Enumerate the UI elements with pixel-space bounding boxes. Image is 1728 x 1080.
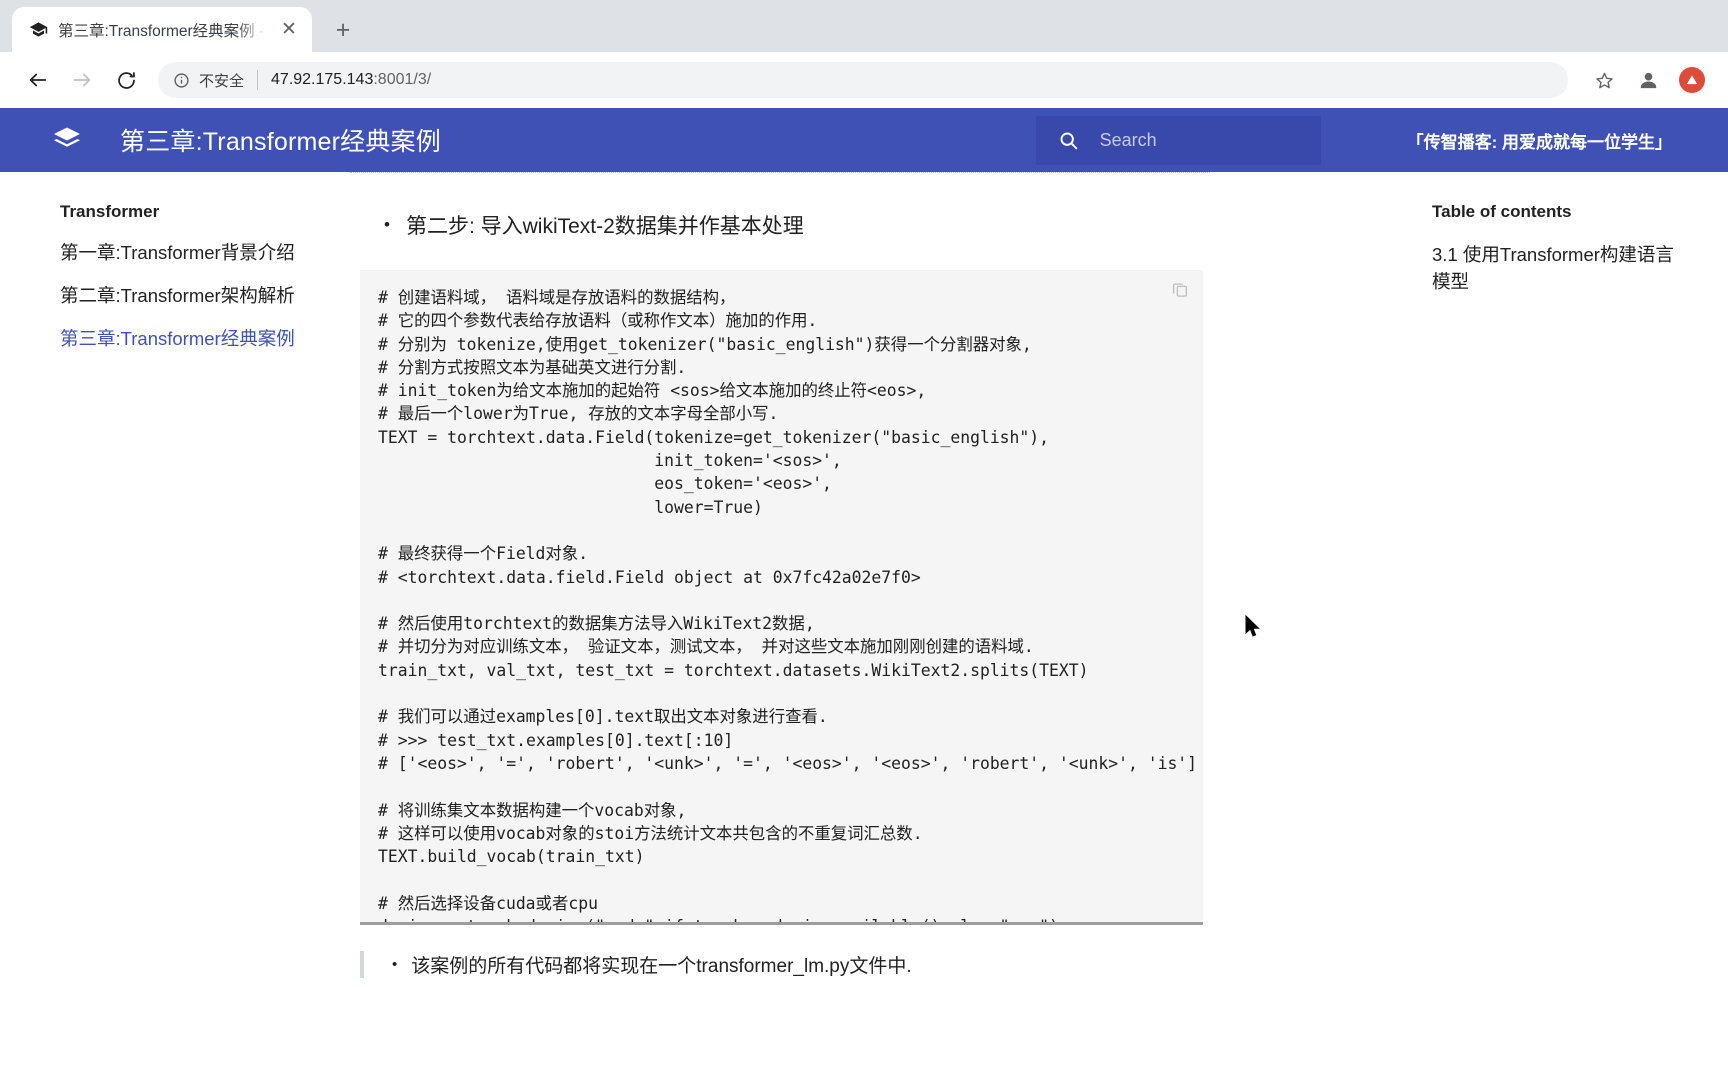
note-callout: • 该案例的所有代码都将实现在一个transformer_lm.py文件中. — [360, 951, 1378, 978]
close-icon[interactable]: ✕ — [276, 17, 302, 43]
sidebar-item-chapter-2[interactable]: 第二章:Transformer架构解析 — [60, 283, 349, 310]
security-status-label: 不安全 — [199, 72, 245, 90]
site-tagline: 「传智播客: 用爱成就每一位学生」 — [1406, 132, 1672, 152]
sidebar-item-chapter-3[interactable]: 第三章:Transformer经典案例 — [60, 326, 349, 353]
sidebar-nav: Transformer 第一章:Transformer背景介绍 第二章:Tran… — [0, 172, 350, 368]
forward-button[interactable] — [62, 60, 102, 100]
search-icon — [1058, 129, 1080, 151]
code-block: # 创建语料域， 语料域是存放语料的数据结构， # 它的四个参数代表给存放语料（… — [360, 270, 1203, 925]
tab-strip: 第三章:Transformer经典案例 - ✕ + — [0, 0, 1728, 52]
address-bar[interactable]: 不安全 47.92.175.143:8001/3/ — [158, 62, 1568, 98]
toc-title: Table of contents — [1432, 202, 1572, 221]
bullet-marker: • — [384, 215, 390, 234]
browser-chrome: 第三章:Transformer经典案例 - ✕ + 不安全 47.92.175.… — [0, 0, 1728, 108]
new-tab-button[interactable]: + — [326, 13, 360, 47]
code-text: # 创建语料域， 语料域是存放语料的数据结构， # 它的四个参数代表给存放语料（… — [378, 288, 1198, 922]
info-circle-icon[interactable] — [172, 71, 190, 89]
sidebar-title: Transformer — [60, 202, 160, 221]
main-content: • 第二步: 导入wikiText-2数据集并作基本处理 # 创建语料域， 语料… — [350, 172, 1408, 1080]
search-input[interactable] — [1097, 128, 1307, 152]
content-area: Transformer 第一章:Transformer背景介绍 第二章:Tran… — [0, 172, 1728, 1080]
book-stack-icon[interactable] — [52, 125, 82, 155]
browser-toolbar: 不安全 47.92.175.143:8001/3/ — [0, 52, 1728, 108]
bullet-marker: • — [392, 956, 398, 973]
content-divider — [350, 172, 1210, 173]
profile-avatar-icon[interactable] — [1630, 62, 1666, 98]
page-viewport: 第三章:Transformer经典案例 「传智播客: 用爱成就每一位学生」 Tr… — [0, 108, 1728, 1080]
back-button[interactable] — [18, 60, 58, 100]
site-header: 第三章:Transformer经典案例 「传智播客: 用爱成就每一位学生」 — [0, 108, 1728, 172]
header-right-group: 「传智播客: 用爱成就每一位学生」 — [1035, 115, 1702, 165]
toc-item-3-1[interactable]: 3.1 使用Transformer构建语言模型 — [1432, 242, 1688, 296]
reload-button[interactable] — [106, 60, 146, 100]
search-box[interactable] — [1035, 115, 1321, 165]
note-text: 该案例的所有代码都将实现在一个transformer_lm.py文件中. — [411, 956, 912, 977]
graduation-cap-icon — [28, 20, 48, 40]
url-text: 47.92.175.143:8001/3/ — [271, 71, 431, 89]
bookmark-star-icon[interactable] — [1586, 62, 1622, 98]
table-of-contents: Table of contents 3.1 使用Transformer构建语言模… — [1408, 172, 1728, 296]
sidebar-item-chapter-1[interactable]: 第一章:Transformer背景介绍 — [60, 240, 349, 267]
omnibox-divider — [257, 70, 259, 90]
tab-title: 第三章:Transformer经典案例 - — [58, 22, 265, 40]
url-path: :8001/3/ — [373, 71, 432, 88]
section-heading: • 第二步: 导入wikiText-2数据集并作基本处理 — [384, 210, 1378, 240]
section-heading-text: 第二步: 导入wikiText-2数据集并作基本处理 — [405, 215, 804, 238]
site-title: 第三章:Transformer经典案例 — [120, 128, 441, 156]
browser-tab[interactable]: 第三章:Transformer经典案例 - ✕ — [12, 7, 312, 52]
copy-icon[interactable] — [1171, 280, 1189, 298]
extension-badge-icon[interactable] — [1674, 62, 1710, 98]
extension-dot — [1679, 67, 1705, 93]
url-host: 47.92.175.143 — [271, 71, 374, 88]
